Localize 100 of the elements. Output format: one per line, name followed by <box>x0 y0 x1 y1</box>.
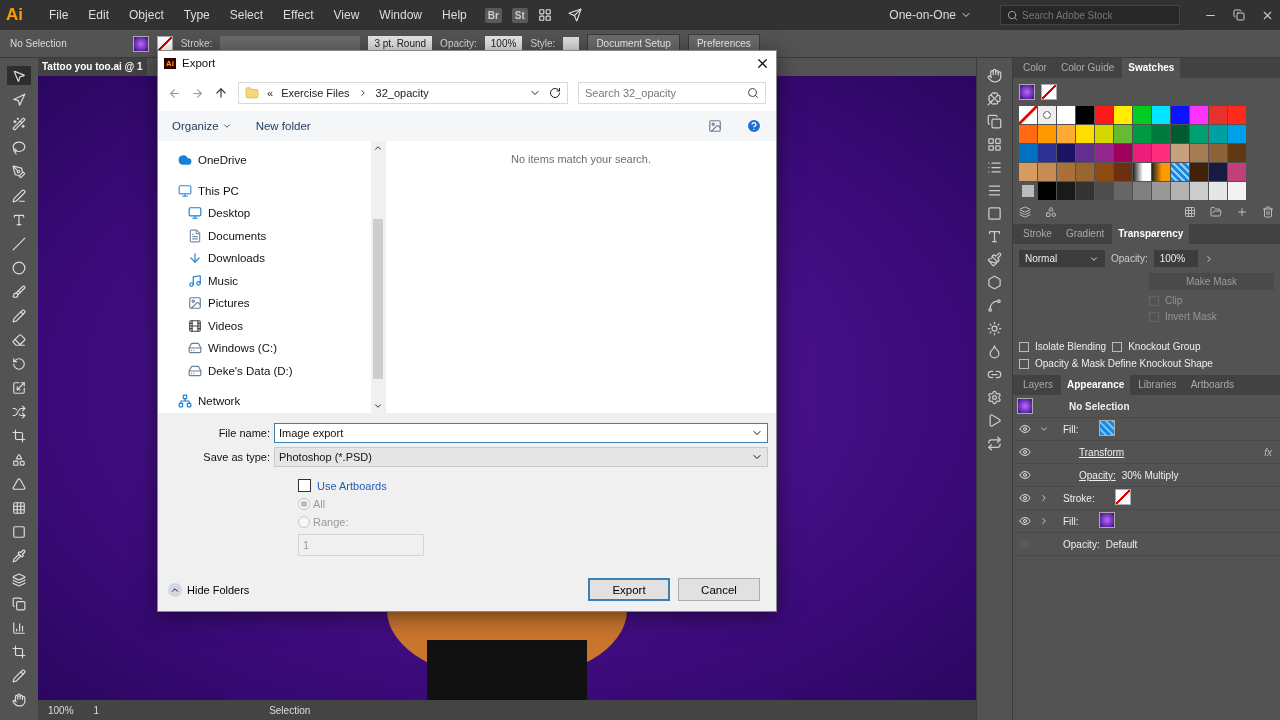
folder-tree-item[interactable]: Network <box>178 390 371 413</box>
breadcrumb-item[interactable]: 32_opacity <box>375 87 429 99</box>
panel-tab[interactable]: Stroke <box>1017 224 1058 244</box>
color-swatch[interactable] <box>1076 182 1094 200</box>
folder-tree-item[interactable]: Documents <box>188 224 371 247</box>
swatch-thumbnail[interactable] <box>1098 512 1115 528</box>
address-bar[interactable]: « Exercise Files 32_opacity <box>238 82 568 104</box>
workspace-switcher[interactable]: One-on-One <box>883 7 978 23</box>
panel-tab[interactable]: Transparency <box>1112 224 1190 244</box>
refresh-icon[interactable] <box>549 87 561 99</box>
color-swatch[interactable] <box>1076 106 1094 124</box>
color-swatch[interactable] <box>1171 125 1189 143</box>
panel-tab[interactable]: Appearance <box>1061 375 1131 395</box>
eye-icon[interactable] <box>1017 446 1033 458</box>
appearance-row[interactable]: Stroke: <box>1013 487 1280 510</box>
panel-tab[interactable]: Layers <box>1017 375 1059 395</box>
panel-tab[interactable]: Swatches <box>1122 58 1181 78</box>
play-icon[interactable] <box>987 413 1002 428</box>
folder-tree-item[interactable]: Windows (C:) <box>188 337 371 360</box>
forward-icon[interactable] <box>191 86 204 100</box>
menu-item[interactable]: File <box>41 6 77 24</box>
menu-item[interactable]: Help <box>434 6 475 24</box>
folder-tree-item[interactable]: Desktop <box>188 202 371 225</box>
color-swatch[interactable] <box>1209 106 1227 124</box>
clover-icon[interactable] <box>987 91 1002 106</box>
color-swatch[interactable] <box>1114 163 1132 181</box>
file-name-field[interactable]: Image export <box>274 423 768 443</box>
color-swatch[interactable] <box>1190 125 1208 143</box>
menu-item[interactable]: Select <box>221 6 272 24</box>
color-swatch[interactable] <box>1228 125 1246 143</box>
color-swatch[interactable] <box>1057 125 1075 143</box>
panel-tab[interactable]: Libraries <box>1132 375 1183 395</box>
color-swatch[interactable] <box>1209 163 1227 181</box>
caret-icon[interactable] <box>1039 516 1049 526</box>
swatch-thumbnail[interactable] <box>1114 489 1131 505</box>
command-button[interactable]: Organize <box>172 120 232 132</box>
drop-icon[interactable] <box>987 344 1002 359</box>
checkbox[interactable] <box>298 479 311 492</box>
lines-icon[interactable] <box>987 183 1002 198</box>
color-swatch[interactable] <box>1171 106 1189 124</box>
color-swatch[interactable] <box>1133 125 1151 143</box>
fill-swatch[interactable] <box>132 35 149 52</box>
scroll-up-icon[interactable] <box>373 143 383 153</box>
color-swatch[interactable] <box>1057 106 1075 124</box>
scroll-down-icon[interactable] <box>373 401 383 411</box>
menu-item[interactable]: Object <box>121 6 172 24</box>
style-swatch[interactable] <box>563 36 580 51</box>
checkbox[interactable] <box>1019 341 1029 352</box>
color-swatch[interactable] <box>1038 144 1056 162</box>
caret-icon[interactable] <box>1039 424 1049 434</box>
color-swatch[interactable] <box>1038 163 1056 181</box>
scrollbar[interactable] <box>371 141 385 413</box>
appearance-row[interactable]: Fill: <box>1013 510 1280 533</box>
color-swatch[interactable] <box>1152 144 1170 162</box>
paper-plane-icon[interactable] <box>567 8 582 22</box>
color-swatch[interactable] <box>1152 106 1170 124</box>
new-swatch-icon[interactable] <box>1236 206 1248 218</box>
stroke-weight-field[interactable] <box>220 35 361 52</box>
layout-icon[interactable] <box>537 8 552 22</box>
eye-icon[interactable] <box>1017 469 1033 481</box>
color-swatch[interactable] <box>1190 106 1208 124</box>
sun-icon[interactable] <box>987 321 1002 336</box>
color-swatch[interactable] <box>1114 182 1132 200</box>
bridge-button[interactable]: Br <box>484 7 502 23</box>
menu-item[interactable]: Edit <box>80 6 118 24</box>
breadcrumb-item[interactable]: Exercise Files <box>281 87 350 99</box>
appearance-row[interactable]: Transform fx <box>1013 441 1280 464</box>
blend-mode-select[interactable]: Normal <box>1019 250 1105 267</box>
hand-icon[interactable] <box>987 68 1002 83</box>
color-swatch[interactable] <box>1190 144 1208 162</box>
color-swatch[interactable] <box>1152 125 1170 143</box>
color-swatch[interactable] <box>1228 163 1246 181</box>
color-swatch[interactable] <box>1095 106 1113 124</box>
color-swatch[interactable] <box>1133 182 1151 200</box>
color-swatch[interactable] <box>1133 106 1151 124</box>
color-swatch[interactable] <box>1076 144 1094 162</box>
folder-icon[interactable] <box>1210 206 1222 218</box>
color-swatch[interactable] <box>1019 163 1037 181</box>
appearance-row[interactable]: Fill: <box>1013 418 1280 441</box>
trash-icon[interactable] <box>1262 206 1274 218</box>
square-icon[interactable] <box>987 206 1002 221</box>
color-swatch[interactable] <box>1209 144 1227 162</box>
color-swatch[interactable] <box>1038 182 1056 200</box>
color-swatch[interactable] <box>1095 163 1113 181</box>
color-swatch[interactable] <box>1095 125 1113 143</box>
color-swatch[interactable] <box>1190 182 1208 200</box>
fill-swatch[interactable] <box>1019 84 1035 100</box>
dialog-button[interactable]: Cancel <box>678 578 760 601</box>
color-swatch[interactable] <box>1095 182 1113 200</box>
artboard-number[interactable]: 1 <box>93 704 100 716</box>
color-swatch[interactable] <box>1019 125 1037 143</box>
color-swatch[interactable] <box>1095 144 1113 162</box>
color-swatch[interactable] <box>1019 106 1037 124</box>
grid-icon[interactable] <box>1184 206 1196 218</box>
color-swatch[interactable] <box>1019 182 1037 200</box>
color-swatch[interactable] <box>1076 125 1094 143</box>
color-swatch[interactable] <box>1019 144 1037 162</box>
folder-tree-item[interactable]: Music <box>188 269 371 292</box>
checkbox[interactable] <box>1019 358 1029 369</box>
color-swatch[interactable] <box>1228 144 1246 162</box>
